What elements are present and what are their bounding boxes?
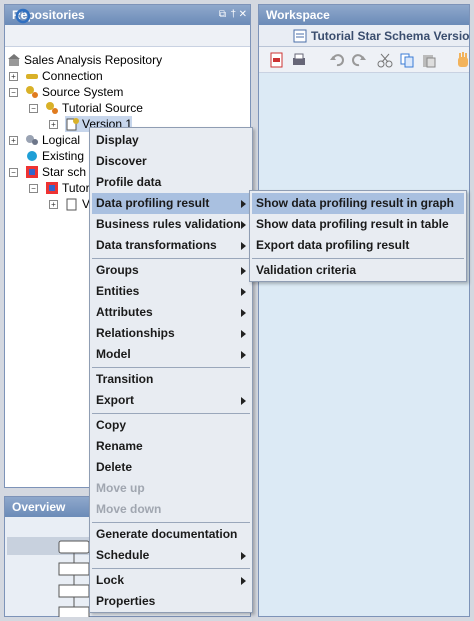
submenu-arrow-icon bbox=[241, 221, 246, 229]
existing-icon bbox=[27, 151, 37, 161]
submenu-arrow-icon bbox=[241, 330, 246, 338]
pin-icon[interactable]: † bbox=[230, 5, 236, 25]
paste-icon[interactable] bbox=[421, 52, 437, 68]
source-system-icon bbox=[26, 86, 38, 98]
menu-item-schedule[interactable]: Schedule bbox=[92, 545, 250, 566]
submenu-item-export-result[interactable]: Export data profiling result bbox=[252, 235, 464, 256]
copy-icon[interactable] bbox=[399, 52, 415, 68]
menu-item-groups[interactable]: Groups bbox=[92, 260, 250, 281]
tree-item-star-schema[interactable]: Star sch bbox=[25, 164, 86, 180]
collapse-toggle[interactable]: − bbox=[29, 104, 38, 113]
menu-item-delete[interactable]: Delete bbox=[92, 457, 250, 478]
menu-item-profile-data[interactable]: Profile data bbox=[92, 172, 250, 193]
source-icon bbox=[46, 102, 58, 114]
repository-icon bbox=[8, 54, 20, 66]
submenu-item-show-graph[interactable]: Show data profiling result in graph bbox=[252, 193, 464, 214]
tree-item-source-system[interactable]: Source System bbox=[25, 84, 123, 100]
submenu-item-show-table[interactable]: Show data profiling result in table bbox=[252, 214, 464, 235]
close-icon[interactable]: ✕ bbox=[239, 5, 247, 25]
menu-item-move-up: Move up bbox=[96, 481, 145, 495]
submenu-arrow-icon bbox=[241, 351, 246, 359]
undo-icon[interactable] bbox=[329, 52, 345, 68]
menu-item-export[interactable]: Export bbox=[92, 390, 250, 411]
tree-item-tutorial-star[interactable]: Tutori bbox=[45, 180, 92, 196]
submenu-arrow-icon bbox=[241, 200, 246, 208]
submenu-arrow-icon bbox=[241, 552, 246, 560]
menu-item-generate-documentation[interactable]: Generate documentation bbox=[92, 524, 250, 545]
expand-toggle[interactable]: + bbox=[49, 200, 58, 209]
menu-item-data-profiling-result[interactable]: Data profiling result bbox=[92, 193, 250, 214]
menu-separator bbox=[92, 258, 250, 259]
tree-item-existing[interactable]: Existing bbox=[25, 148, 84, 164]
menu-item-data-transformations[interactable]: Data transformations bbox=[92, 235, 250, 256]
menu-item-lock[interactable]: Lock bbox=[92, 570, 250, 591]
tree-item-connection[interactable]: Connection bbox=[25, 68, 103, 84]
menu-item-attributes[interactable]: Attributes bbox=[92, 302, 250, 323]
menu-item-business-rules-validation[interactable]: Business rules validation bbox=[92, 214, 250, 235]
context-menu: Display Discover Profile data Data profi… bbox=[89, 127, 253, 613]
menu-separator bbox=[92, 413, 250, 414]
tree-item-version-star[interactable]: V bbox=[65, 196, 90, 212]
star-schema-icon bbox=[46, 182, 58, 194]
workspace-toolbar bbox=[259, 47, 469, 73]
schema-document-icon bbox=[293, 29, 307, 43]
menu-item-discover[interactable]: Discover bbox=[92, 151, 250, 172]
submenu-arrow-icon bbox=[241, 288, 246, 296]
tree-item-logical[interactable]: Logical bbox=[25, 132, 80, 148]
menu-item-entities[interactable]: Entities bbox=[92, 281, 250, 302]
cut-icon[interactable] bbox=[377, 52, 393, 68]
menu-separator bbox=[252, 258, 464, 259]
repositories-toolbar bbox=[5, 8, 250, 47]
tree-item-tutorial-source[interactable]: Tutorial Source bbox=[45, 100, 143, 116]
submenu-arrow-icon bbox=[241, 267, 246, 275]
menu-item-transition[interactable]: Transition bbox=[92, 369, 250, 390]
restore-icon[interactable]: ⧉ bbox=[219, 5, 226, 25]
star-schema-icon bbox=[26, 166, 38, 178]
submenu-arrow-icon bbox=[241, 397, 246, 405]
menu-item-model[interactable]: Model bbox=[92, 344, 250, 365]
menu-separator bbox=[92, 522, 250, 523]
menu-item-rename[interactable]: Rename bbox=[92, 436, 250, 457]
expand-toggle[interactable]: + bbox=[9, 72, 18, 81]
expand-toggle[interactable]: + bbox=[9, 136, 18, 145]
collapse-toggle[interactable]: − bbox=[9, 88, 18, 97]
collapse-toggle[interactable]: − bbox=[9, 168, 18, 177]
tree-item-root[interactable]: Sales Analysis Repository bbox=[7, 52, 162, 68]
menu-item-move-down: Move down bbox=[96, 502, 162, 516]
menu-item-display[interactable]: Display bbox=[92, 130, 250, 151]
version-icon bbox=[66, 118, 79, 131]
repositories-title: Repositories bbox=[5, 5, 250, 25]
menu-item-copy[interactable]: Copy bbox=[92, 415, 250, 436]
print-icon[interactable] bbox=[291, 52, 307, 68]
collapse-toggle[interactable]: − bbox=[29, 184, 38, 193]
refresh-icon[interactable] bbox=[15, 8, 31, 24]
submenu-arrow-icon bbox=[241, 309, 246, 317]
workspace-canvas[interactable] bbox=[259, 73, 469, 616]
submenu-arrow-icon bbox=[241, 577, 246, 585]
menu-item-relationships[interactable]: Relationships bbox=[92, 323, 250, 344]
menu-separator bbox=[92, 367, 250, 368]
pdf-icon[interactable] bbox=[269, 52, 285, 68]
version-icon bbox=[66, 198, 77, 211]
expand-toggle[interactable]: + bbox=[49, 120, 58, 129]
workspace-tab-label: Tutorial Star Schema Versio bbox=[311, 29, 470, 43]
workspace-panel: Workspace Tutorial Star Schema Versio bbox=[258, 4, 470, 617]
connection-icon bbox=[26, 74, 38, 79]
workspace-title: Workspace bbox=[259, 5, 469, 25]
hand-tool-icon[interactable] bbox=[455, 52, 471, 68]
workspace-tab[interactable]: Tutorial Star Schema Versio bbox=[259, 25, 470, 47]
data-profiling-submenu: Show data profiling result in graph Show… bbox=[249, 190, 467, 282]
submenu-arrow-icon bbox=[241, 242, 246, 250]
submenu-item-validation-criteria[interactable]: Validation criteria bbox=[252, 260, 464, 281]
logical-icon bbox=[26, 135, 38, 145]
menu-separator bbox=[92, 568, 250, 569]
menu-item-properties[interactable]: Properties bbox=[92, 591, 250, 612]
redo-icon[interactable] bbox=[351, 52, 367, 68]
